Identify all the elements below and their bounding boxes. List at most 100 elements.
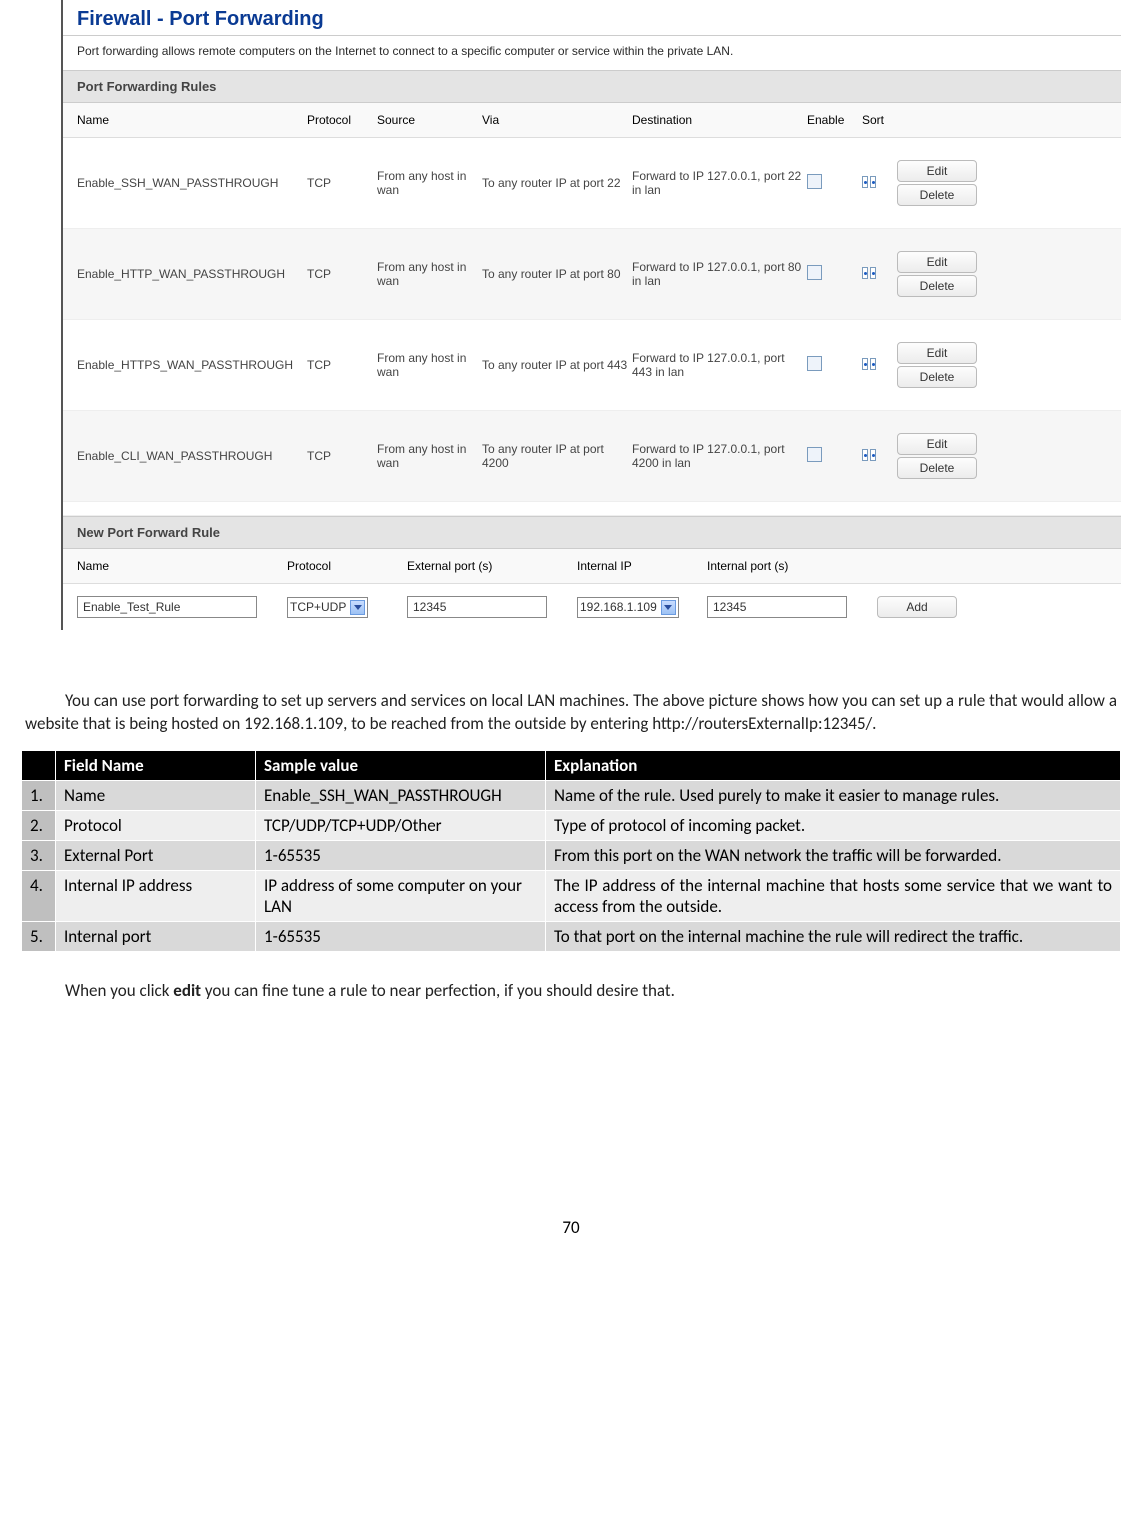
rules-section-header: Port Forwarding Rules <box>63 70 1121 103</box>
enable-checkbox[interactable] <box>807 174 822 189</box>
table-row: 3. External Port 1-65535 From this port … <box>22 840 1121 870</box>
rule-row: Enable_SSH_WAN_PASSTHROUGH TCP From any … <box>63 138 1121 229</box>
th-field-name: Field Name <box>56 750 256 780</box>
rule-via: To any router IP at port 443 <box>482 358 632 372</box>
internal-ip-value: 192.168.1.109 <box>580 600 657 614</box>
row-number: 5. <box>22 921 56 951</box>
col-source: Source <box>377 113 482 127</box>
row-field: Internal port <box>56 921 256 951</box>
sort-handle-icon[interactable] <box>862 176 876 188</box>
row-number: 4. <box>22 870 56 921</box>
rule-row: Enable_HTTPS_WAN_PASSTHROUGH TCP From an… <box>63 320 1121 411</box>
row-explanation: The IP address of the internal machine t… <box>546 870 1121 921</box>
rule-name: Enable_CLI_WAN_PASSTHROUGH <box>77 449 307 463</box>
sort-handle-icon[interactable] <box>862 358 876 370</box>
rule-via: To any router IP at port 80 <box>482 267 632 281</box>
rules-table-header: Name Protocol Source Via Destination Ena… <box>63 103 1121 138</box>
rule-protocol: TCP <box>307 358 377 372</box>
new-rule-form-header: Name Protocol External port (s) Internal… <box>63 549 1121 584</box>
add-button[interactable]: Add <box>877 596 957 618</box>
row-field: Internal IP address <box>56 870 256 921</box>
dropdown-arrow-icon <box>661 600 676 615</box>
rule-row: Enable_CLI_WAN_PASSTHROUGH TCP From any … <box>63 411 1121 502</box>
row-number: 3. <box>22 840 56 870</box>
form-col-internal-port: Internal port (s) <box>707 559 877 573</box>
protocol-select[interactable]: TCP+UDP <box>287 597 368 618</box>
edit-button[interactable]: Edit <box>897 160 977 182</box>
field-reference-table: Field Name Sample value Explanation 1. N… <box>21 750 1121 952</box>
page-number: 70 <box>21 1017 1121 1238</box>
rule-name: Enable_SSH_WAN_PASSTHROUGH <box>77 176 307 190</box>
col-enable: Enable <box>807 113 862 127</box>
external-port-input[interactable]: 12345 <box>407 596 547 618</box>
rule-source: From any host in wan <box>377 260 482 288</box>
edit-note-b: you can fine tune a rule to near perfect… <box>201 980 675 1001</box>
sort-handle-icon[interactable] <box>862 449 876 461</box>
rule-name: Enable_HTTP_WAN_PASSTHROUGH <box>77 267 307 281</box>
sort-handle-icon[interactable] <box>862 267 876 279</box>
row-sample: 1-65535 <box>256 921 546 951</box>
row-field: Protocol <box>56 810 256 840</box>
delete-button[interactable]: Delete <box>897 366 977 388</box>
row-explanation: To that port on the internal machine the… <box>546 921 1121 951</box>
rule-via: To any router IP at port 4200 <box>482 442 632 470</box>
table-row: 5. Internal port 1-65535 To that port on… <box>22 921 1121 951</box>
internal-port-input[interactable]: 12345 <box>707 596 847 618</box>
rule-row: Enable_HTTP_WAN_PASSTHROUGH TCP From any… <box>63 229 1121 320</box>
row-number: 2. <box>22 810 56 840</box>
table-row: 1. Name Enable_SSH_WAN_PASSTHROUGH Name … <box>22 780 1121 810</box>
rule-protocol: TCP <box>307 449 377 463</box>
intro-paragraph: You can use port forwarding to set up se… <box>25 690 1117 736</box>
rule-name: Enable_HTTPS_WAN_PASSTHROUGH <box>77 358 307 372</box>
rule-destination: Forward to IP 127.0.0.1, port 80 in lan <box>632 260 807 288</box>
internal-ip-select[interactable]: 192.168.1.109 <box>577 597 679 618</box>
delete-button[interactable]: Delete <box>897 457 977 479</box>
form-col-name: Name <box>77 559 287 573</box>
rule-source: From any host in wan <box>377 351 482 379</box>
row-number: 1. <box>22 780 56 810</box>
edit-button[interactable]: Edit <box>897 433 977 455</box>
edit-note-bold: edit <box>173 980 201 1001</box>
rule-protocol: TCP <box>307 267 377 281</box>
col-destination: Destination <box>632 113 807 127</box>
new-rule-form-row: Enable_Test_Rule TCP+UDP 12345 192.168.1… <box>63 584 1121 630</box>
delete-button[interactable]: Delete <box>897 275 977 297</box>
edit-note-paragraph: When you click edit you can fine tune a … <box>25 980 1117 1003</box>
form-col-protocol: Protocol <box>287 559 407 573</box>
row-field: Name <box>56 780 256 810</box>
rule-destination: Forward to IP 127.0.0.1, port 443 in lan <box>632 351 807 379</box>
firewall-panel: Firewall - Port Forwarding Port forwardi… <box>61 0 1121 630</box>
row-explanation: From this port on the WAN network the tr… <box>546 840 1121 870</box>
delete-button[interactable]: Delete <box>897 184 977 206</box>
name-input[interactable]: Enable_Test_Rule <box>77 596 257 618</box>
edit-button[interactable]: Edit <box>897 251 977 273</box>
edit-note-a: When you click <box>65 980 173 1001</box>
form-col-internal-ip: Internal IP <box>577 559 707 573</box>
col-via: Via <box>482 113 632 127</box>
enable-checkbox[interactable] <box>807 356 822 371</box>
th-sample-value: Sample value <box>256 750 546 780</box>
rule-destination: Forward to IP 127.0.0.1, port 4200 in la… <box>632 442 807 470</box>
rule-via: To any router IP at port 22 <box>482 176 632 190</box>
th-blank <box>22 750 56 780</box>
panel-title: Firewall - Port Forwarding <box>63 0 1121 36</box>
enable-checkbox[interactable] <box>807 447 822 462</box>
row-field: External Port <box>56 840 256 870</box>
table-row: 4. Internal IP address IP address of som… <box>22 870 1121 921</box>
new-rule-section-header: New Port Forward Rule <box>63 516 1121 549</box>
col-protocol: Protocol <box>307 113 377 127</box>
col-sort: Sort <box>862 113 897 127</box>
th-explanation: Explanation <box>546 750 1121 780</box>
rule-source: From any host in wan <box>377 169 482 197</box>
enable-checkbox[interactable] <box>807 265 822 280</box>
table-row: 2. Protocol TCP/UDP/TCP+UDP/Other Type o… <box>22 810 1121 840</box>
row-sample: IP address of some computer on your LAN <box>256 870 546 921</box>
row-sample: Enable_SSH_WAN_PASSTHROUGH <box>256 780 546 810</box>
row-explanation: Name of the rule. Used purely to make it… <box>546 780 1121 810</box>
row-sample: TCP/UDP/TCP+UDP/Other <box>256 810 546 840</box>
row-sample: 1-65535 <box>256 840 546 870</box>
edit-button[interactable]: Edit <box>897 342 977 364</box>
row-explanation: Type of protocol of incoming packet. <box>546 810 1121 840</box>
protocol-value: TCP+UDP <box>290 600 346 614</box>
rule-protocol: TCP <box>307 176 377 190</box>
